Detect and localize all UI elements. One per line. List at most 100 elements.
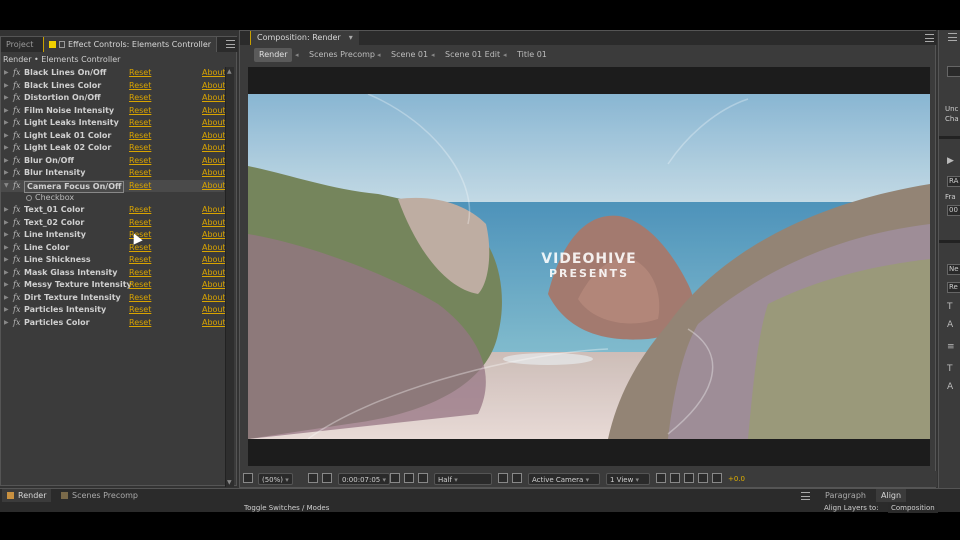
timeline-icon[interactable] (684, 473, 694, 483)
reset-link[interactable]: Reset (129, 130, 151, 143)
magnification-dropdown[interactable]: (50%) (258, 473, 293, 485)
effect-row[interactable]: ▶ fx Distortion On/Off Reset About (1, 92, 226, 105)
effect-name[interactable]: Light Leaks Intensity (24, 117, 119, 130)
flowchart-item[interactable]: Title 01 (512, 48, 552, 62)
expand-triangle-icon[interactable]: ▶ (4, 204, 9, 217)
effect-name[interactable]: Distortion On/Off (24, 92, 101, 105)
about-link[interactable]: About (202, 180, 226, 193)
effect-row[interactable]: ▶ fx Blur On/Off Reset About (1, 155, 226, 168)
effect-row[interactable]: ▶ fx Text_01 Color Reset About (1, 204, 226, 217)
effect-name[interactable]: Black Lines Color (24, 80, 101, 93)
effect-name[interactable]: Line Color (24, 242, 69, 255)
about-link[interactable]: About (202, 105, 226, 118)
about-link[interactable]: About (202, 267, 226, 280)
flowchart-icon[interactable] (698, 473, 708, 483)
fx-toggle[interactable]: fx (13, 67, 20, 80)
expand-triangle-icon[interactable]: ▶ (4, 142, 9, 155)
reset-link[interactable]: Reset (129, 254, 151, 267)
fx-toggle[interactable]: fx (13, 130, 20, 143)
effect-name[interactable]: Light Leak 01 Color (24, 130, 111, 143)
composition-panel-menu-icon[interactable] (925, 34, 934, 42)
fx-toggle[interactable]: fx (13, 155, 20, 168)
tab-timeline-scenes-precomp[interactable]: Scenes Precomp (56, 489, 143, 502)
effect-name[interactable]: Line Shickness (24, 254, 91, 267)
transparency-grid-icon[interactable] (512, 473, 522, 483)
composition-viewer[interactable]: VIDEOHIVE PRESENTS (248, 67, 930, 466)
frame-rate-box[interactable]: 00 (947, 205, 960, 216)
panel-menu-icon[interactable] (226, 40, 235, 48)
about-link[interactable]: About (202, 67, 226, 80)
effect-row[interactable]: ▶ fx Particles Intensity Reset About (1, 304, 226, 317)
timeline-panel-menu-icon[interactable] (801, 492, 810, 500)
effect-name[interactable]: Line Intensity (24, 229, 86, 242)
effect-row[interactable]: ▶ fx Light Leak 01 Color Reset About (1, 130, 226, 143)
fx-toggle[interactable]: fx (13, 142, 20, 155)
effect-name[interactable]: Black Lines On/Off (24, 67, 106, 80)
effect-row[interactable]: ▶ fx Text_02 Color Reset About (1, 217, 226, 230)
safe-zones-icon[interactable] (308, 473, 318, 483)
snapshot-icon[interactable] (390, 473, 400, 483)
about-link[interactable]: About (202, 279, 226, 292)
about-link[interactable]: About (202, 167, 226, 180)
reset-link[interactable]: Reset (129, 317, 151, 330)
kerning-icon[interactable]: A (947, 320, 953, 330)
fast-previews-icon[interactable] (670, 473, 680, 483)
about-link[interactable]: About (202, 242, 226, 255)
region-of-interest-icon[interactable] (498, 473, 508, 483)
current-time-field[interactable]: 0:00:07:05 (338, 473, 391, 485)
about-link[interactable]: About (202, 142, 226, 155)
ram-preview-box[interactable]: RA (947, 176, 960, 187)
scroll-down-icon[interactable]: ▼ (227, 479, 232, 486)
color-channels-icon[interactable] (404, 473, 414, 483)
fx-toggle[interactable]: fx (13, 229, 20, 242)
effect-name[interactable]: Text_02 Color (24, 217, 84, 230)
reset-link[interactable]: Reset (129, 304, 151, 317)
tab-paragraph[interactable]: Paragraph (820, 489, 871, 502)
effect-row[interactable]: ▶ fx Black Lines Color Reset About (1, 80, 226, 93)
reset-link[interactable]: Reset (129, 155, 151, 168)
about-link[interactable]: About (202, 317, 226, 330)
fx-toggle[interactable]: fx (13, 92, 20, 105)
expand-triangle-icon[interactable]: ▶ (4, 254, 9, 267)
fx-toggle[interactable]: fx (13, 304, 20, 317)
reset-link[interactable]: Reset (129, 180, 151, 193)
lock-icon[interactable] (59, 41, 65, 48)
line-spacing-icon[interactable]: ≡ (947, 342, 955, 352)
camera-view-dropdown[interactable]: Active Camera (528, 473, 600, 485)
effect-row[interactable]: ▶ fx Light Leaks Intensity Reset About (1, 117, 226, 130)
about-link[interactable]: About (202, 117, 226, 130)
effect-row[interactable]: ▶ fx Mask Glass Intensity Reset About (1, 267, 226, 280)
fx-toggle[interactable]: fx (13, 204, 20, 217)
effect-row[interactable]: ▶ fx Black Lines On/Off Reset About (1, 67, 226, 80)
right-panel-menu-icon[interactable] (948, 33, 957, 41)
scroll-up-icon[interactable]: ▲ (227, 68, 232, 75)
about-link[interactable]: About (202, 304, 226, 317)
flowchart-item[interactable]: Scenes Precomp (304, 48, 380, 62)
tab-timeline-render[interactable]: Render (2, 489, 52, 502)
effect-name[interactable]: Text_01 Color (24, 204, 84, 217)
expand-triangle-icon[interactable]: ▶ (4, 242, 9, 255)
fx-toggle[interactable]: fx (13, 217, 20, 230)
about-link[interactable]: About (202, 292, 226, 305)
fx-toggle[interactable]: fx (13, 167, 20, 180)
effect-row[interactable]: ▶ fx Line Shickness Reset About (1, 254, 226, 267)
reset-link[interactable]: Reset (129, 217, 151, 230)
effect-name[interactable]: Light Leak 02 Color (24, 142, 111, 155)
flowchart-item[interactable]: Scene 01 Edit (440, 48, 505, 62)
expand-triangle-icon[interactable]: ▶ (4, 217, 9, 230)
expand-triangle-icon[interactable]: ▶ (4, 304, 9, 317)
expand-triangle-icon[interactable]: ▶ (4, 317, 9, 330)
expand-triangle-icon[interactable]: ▶ (4, 92, 9, 105)
baseline-shift-icon[interactable]: A (947, 382, 953, 392)
expand-triangle-icon[interactable]: ▶ (4, 229, 9, 242)
effect-name[interactable]: Camera Focus On/Off (24, 180, 125, 193)
pixel-aspect-icon[interactable] (656, 473, 666, 483)
effect-name[interactable]: Mask Glass Intensity (24, 267, 117, 280)
effect-name[interactable]: Film Noise Intensity (24, 105, 114, 118)
character-box-new[interactable]: Ne (947, 264, 960, 275)
about-link[interactable]: About (202, 155, 226, 168)
effect-name[interactable]: Blur On/Off (24, 155, 74, 168)
effect-name[interactable]: Particles Color (24, 317, 90, 330)
effect-row[interactable]: ▶ fx Light Leak 02 Color Reset About (1, 142, 226, 155)
about-link[interactable]: About (202, 204, 226, 217)
